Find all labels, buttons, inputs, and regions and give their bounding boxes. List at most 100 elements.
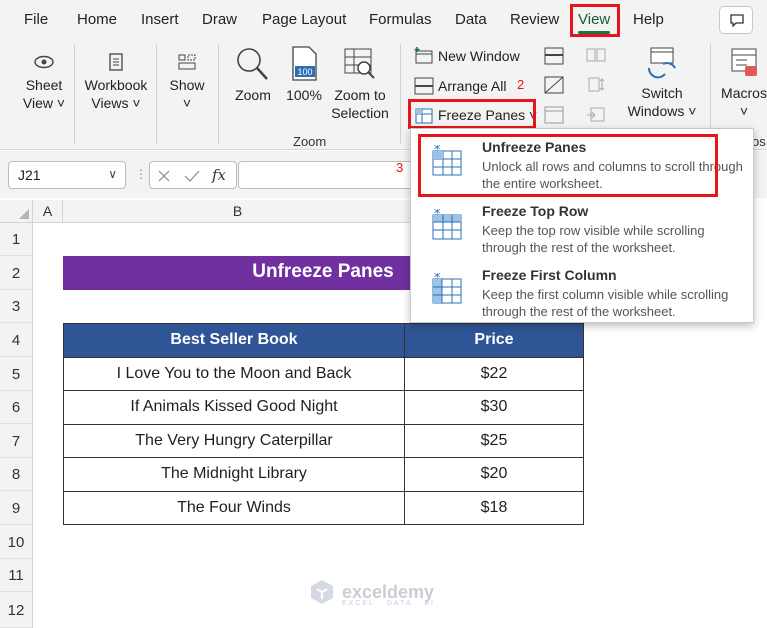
- freeze-first-column-icon: *: [432, 273, 462, 304]
- menu-bar: File Home Insert Draw Page Layout Formul…: [0, 0, 767, 38]
- row-header-6[interactable]: 6: [0, 391, 33, 424]
- row-header-9[interactable]: 9: [0, 491, 33, 525]
- cancel-icon[interactable]: [157, 169, 171, 183]
- row-header-2[interactable]: 2: [0, 256, 33, 290]
- freeze-top-row-icon: *: [432, 209, 462, 240]
- table-row: If Animals Kissed Good Night $30: [63, 390, 584, 425]
- freeze-panes-label: Freeze Panes ˅: [438, 107, 538, 123]
- ribbon-separator: [218, 44, 219, 144]
- row-header-10[interactable]: 10: [0, 525, 33, 559]
- formula-input[interactable]: [238, 161, 418, 189]
- tab-insert[interactable]: Insert: [141, 11, 179, 28]
- unfreeze-panes-title: Unfreeze Panes: [482, 139, 587, 155]
- price-cell[interactable]: $22: [404, 356, 584, 391]
- tab-formulas[interactable]: Formulas: [369, 11, 432, 28]
- tab-file[interactable]: File: [24, 11, 48, 28]
- row-header-11[interactable]: 11: [0, 559, 33, 592]
- zoom-100-icon-text: 100: [297, 67, 312, 77]
- arrange-all-button[interactable]: Arrange All: [414, 77, 506, 95]
- unfreeze-panes-description: Unlock all rows and columns to scroll th…: [482, 159, 743, 191]
- synchronous-scrolling-icon[interactable]: [586, 76, 606, 94]
- magnifier-icon: [237, 48, 268, 80]
- exceldemy-logo-icon: [311, 580, 333, 604]
- cell-reference: J21: [18, 167, 41, 183]
- freeze-panes-button[interactable]: Freeze Panes ˅: [414, 106, 537, 124]
- comments-button[interactable]: [719, 6, 753, 34]
- tab-view[interactable]: View: [578, 11, 611, 34]
- row-header-3[interactable]: 3: [0, 290, 33, 323]
- tab-review[interactable]: Review: [510, 11, 559, 28]
- price-cell[interactable]: $30: [404, 390, 584, 425]
- zoom-button[interactable]: Zoom: [230, 46, 276, 104]
- header-best-seller-book[interactable]: Best Seller Book: [63, 323, 405, 358]
- book-cell[interactable]: I Love You to the Moon and Back: [63, 356, 405, 391]
- ribbon-separator: [74, 44, 75, 144]
- table-header-row: Best Seller Book Price: [63, 323, 584, 358]
- header-price[interactable]: Price: [404, 323, 584, 358]
- book-cell[interactable]: The Very Hungry Caterpillar: [63, 423, 405, 458]
- menu-item-freeze-top-row[interactable]: * Freeze Top Row Keep the top row visibl…: [411, 195, 755, 255]
- table-row: The Very Hungry Caterpillar $25: [63, 423, 584, 458]
- chevron-down-icon[interactable]: ∨: [108, 167, 117, 181]
- zoom-100-icon: 100: [292, 46, 317, 81]
- macros-button[interactable]: Macros ˅: [718, 46, 767, 120]
- unhide-icon[interactable]: [544, 106, 564, 124]
- price-cell[interactable]: $18: [404, 490, 584, 525]
- tab-home[interactable]: Home: [77, 11, 117, 28]
- switch-windows-icon: [647, 47, 676, 79]
- book-cell[interactable]: The Four Winds: [63, 490, 405, 525]
- switch-windows-label-2: Windows ˅: [627, 103, 697, 119]
- freeze-top-row-title: Freeze Top Row: [482, 203, 589, 219]
- book-cell[interactable]: If Animals Kissed Good Night: [63, 390, 405, 425]
- workbook-views-button[interactable]: Workbook Views ˅: [80, 52, 152, 112]
- insert-function-icon[interactable]: fx: [212, 166, 226, 184]
- enter-check-icon[interactable]: [184, 169, 200, 183]
- freeze-first-column-description: Keep the first column visible while scro…: [482, 287, 729, 319]
- freeze-top-row-description: Keep the top row visible while scrolling…: [482, 223, 705, 255]
- row-header-4[interactable]: 4: [0, 323, 33, 357]
- workbook-views-label-2: Views ˅: [91, 95, 141, 111]
- arrange-all-icon: [414, 77, 434, 95]
- split-icon[interactable]: [544, 47, 564, 65]
- ribbon-separator: [156, 44, 157, 144]
- show-button[interactable]: Show ˅: [164, 52, 210, 112]
- step-3-label: 3: [396, 160, 404, 175]
- new-window-button[interactable]: New Window: [414, 47, 520, 65]
- column-header-b[interactable]: B: [63, 200, 413, 223]
- show-icon: [178, 54, 196, 70]
- more-options-icon: ⋮: [135, 167, 147, 181]
- tab-draw[interactable]: Draw: [202, 11, 237, 28]
- menu-item-unfreeze-panes[interactable]: * Unfreeze Panes Unlock all rows and col…: [411, 131, 755, 191]
- row-header-12[interactable]: 12: [0, 592, 33, 628]
- watermark-tagline: EXCEL · DATA · BI: [342, 600, 435, 607]
- sheet-view-button[interactable]: Sheet View ˅: [18, 52, 70, 112]
- switch-windows-button[interactable]: Switch Windows ˅: [620, 46, 704, 120]
- price-cell[interactable]: $20: [404, 457, 584, 492]
- zoom-selection-label-1: Zoom to: [334, 87, 386, 103]
- row-header-1[interactable]: 1: [0, 223, 33, 256]
- tab-help[interactable]: Help: [633, 11, 664, 28]
- zoom-100-button[interactable]: 100 100%: [284, 46, 324, 104]
- freeze-panes-dropdown: * Unfreeze Panes Unlock all rows and col…: [410, 128, 754, 323]
- macros-chevron: ˅: [739, 103, 749, 119]
- row-header-8[interactable]: 8: [0, 458, 33, 491]
- tab-data[interactable]: Data: [455, 11, 487, 28]
- sheet-view-label-1: Sheet: [25, 77, 63, 93]
- row-header-7[interactable]: 7: [0, 424, 33, 458]
- price-cell[interactable]: $25: [404, 423, 584, 458]
- tab-page-layout[interactable]: Page Layout: [262, 11, 346, 28]
- workbook-icon: [109, 53, 123, 71]
- column-header-a[interactable]: A: [33, 200, 63, 223]
- row-header-5[interactable]: 5: [0, 357, 33, 391]
- reset-window-position-icon[interactable]: [586, 106, 606, 124]
- book-cell[interactable]: The Midnight Library: [63, 457, 405, 492]
- show-chevron: ˅: [182, 95, 192, 111]
- view-side-by-side-icon[interactable]: [586, 47, 606, 65]
- zoom-to-selection-button[interactable]: Zoom to Selection: [328, 46, 392, 122]
- name-box[interactable]: J21 ∨: [8, 161, 126, 189]
- hide-icon[interactable]: [544, 76, 564, 94]
- formula-tools: fx: [149, 161, 237, 189]
- select-all-corner[interactable]: [0, 200, 33, 223]
- menu-item-freeze-first-column[interactable]: * Freeze First Column Keep the first col…: [411, 259, 755, 319]
- best-seller-table: Best Seller Book Price I Love You to the…: [63, 323, 584, 525]
